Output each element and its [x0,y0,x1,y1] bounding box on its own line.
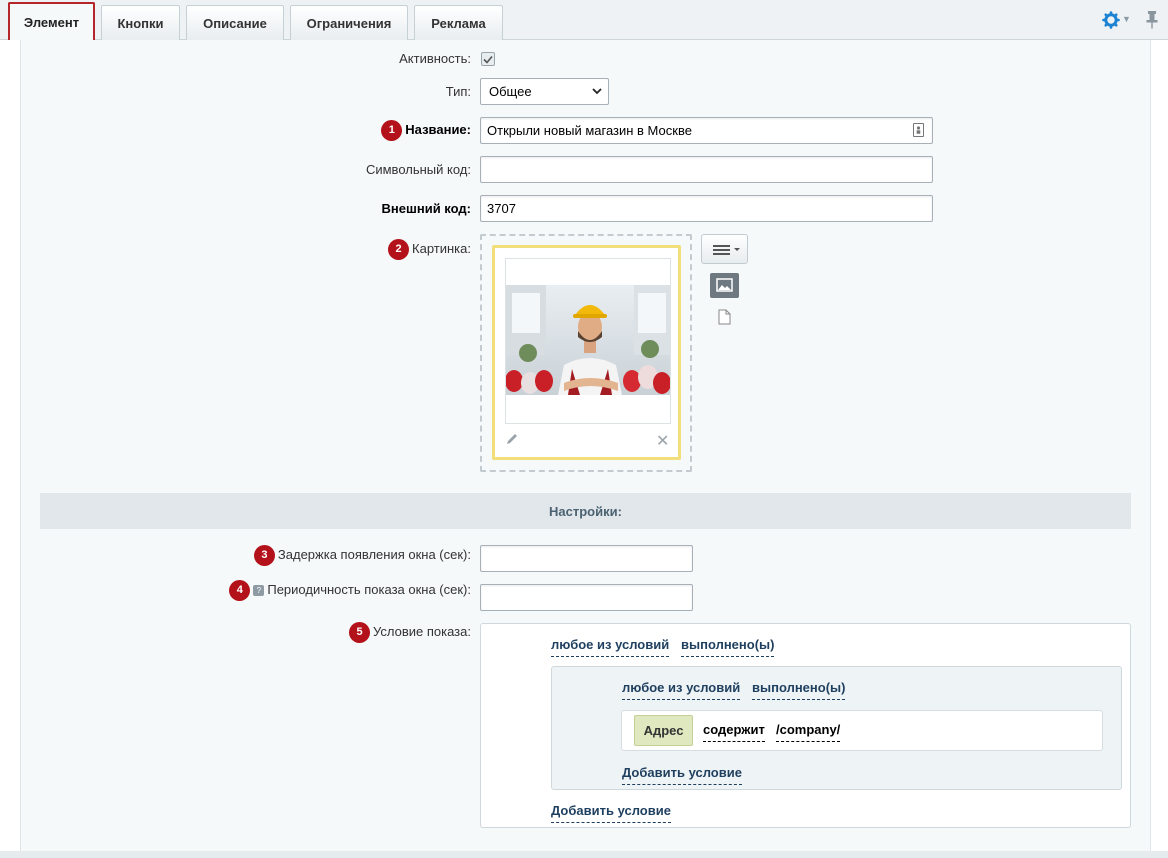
code-input[interactable] [480,156,933,183]
period-label-text: Периодичность показа окна (сек): [267,581,471,597]
bottom-border [0,851,1168,858]
gear-icon[interactable] [1102,11,1120,29]
chevron-down-icon [592,88,602,95]
external-code-input[interactable]: 3707 [480,195,933,222]
check-icon [483,55,493,64]
code-label: Символьный код: [365,162,471,177]
inner-add-condition-link[interactable]: Добавить условие [622,765,742,785]
pencil-icon[interactable] [505,432,519,446]
name-label: 1 Название: [381,120,471,141]
tab-description[interactable]: Описание [186,5,284,40]
outer-done-link[interactable]: выполнено(ы) [681,637,775,657]
pin-icon[interactable] [1145,10,1159,30]
delay-input[interactable] [480,545,693,572]
outer-add-condition-link[interactable]: Добавить условие [551,803,671,823]
menu-icon [713,245,740,255]
image-icon[interactable] [710,273,739,298]
type-select[interactable]: Общее [480,78,609,105]
active-label: Активность: [399,51,471,66]
type-select-value: Общее [489,84,532,99]
chevron-down-icon[interactable]: ▼ [1122,14,1131,24]
tab-buttons[interactable]: Кнопки [101,5,180,40]
step-badge: 1 [381,120,403,141]
active-checkbox[interactable] [481,52,495,66]
translit-icon[interactable] [913,123,924,137]
close-icon[interactable]: ✕ [656,431,669,451]
tab-bar: Элемент Кнопки Описание Ограничения Рекл… [0,0,1168,40]
period-input[interactable] [480,584,693,611]
condition-label-text: Условие показа: [373,623,471,639]
step-badge: 5 [349,622,370,643]
rule-operator-link[interactable]: содержит [703,722,765,742]
picture-label-text: Картинка: [412,240,471,256]
condition-rule [621,710,1103,751]
type-label: Тип: [445,84,471,99]
delay-label: 3 Задержка появления окна (сек): [253,545,471,566]
picture-menu-button[interactable] [701,234,748,264]
tab-restrictions[interactable]: Ограничения [290,5,408,40]
condition-label: 5 Условие показа: [349,622,471,643]
tab-element[interactable]: Элемент [8,2,95,40]
person-icon [916,126,921,134]
help-icon[interactable]: ? [253,585,265,596]
tab-advertising[interactable]: Реклама [414,5,503,40]
file-icon[interactable] [718,309,731,325]
name-input[interactable]: Открыли новый магазин в Москве [480,117,933,144]
picture-label: 2 Картинка: [388,239,471,260]
inner-done-link[interactable]: выполнено(ы) [752,680,846,700]
period-label: 4? Периодичность показа окна (сек): [229,580,471,601]
rule-field-button[interactable]: Адрес [634,715,693,746]
inner-any-link[interactable]: любое из условий [622,680,741,700]
step-badge: 3 [253,545,275,566]
rule-value-link[interactable]: /company/ [776,722,841,742]
picture-image[interactable] [506,285,671,395]
external-code-label: Внешний код: [381,201,471,216]
picture-preview [505,258,671,424]
name-label-text: Название: [405,121,471,137]
name-input-value: Открыли новый магазин в Москве [487,123,692,138]
settings-header: Настройки: [40,493,1131,529]
picture-frame: ✕ [492,245,681,460]
outer-any-link[interactable]: любое из условий [551,637,670,657]
delay-label-text: Задержка появления окна (сек): [277,546,471,562]
step-badge: 4 [229,580,251,601]
step-badge: 2 [388,239,410,260]
